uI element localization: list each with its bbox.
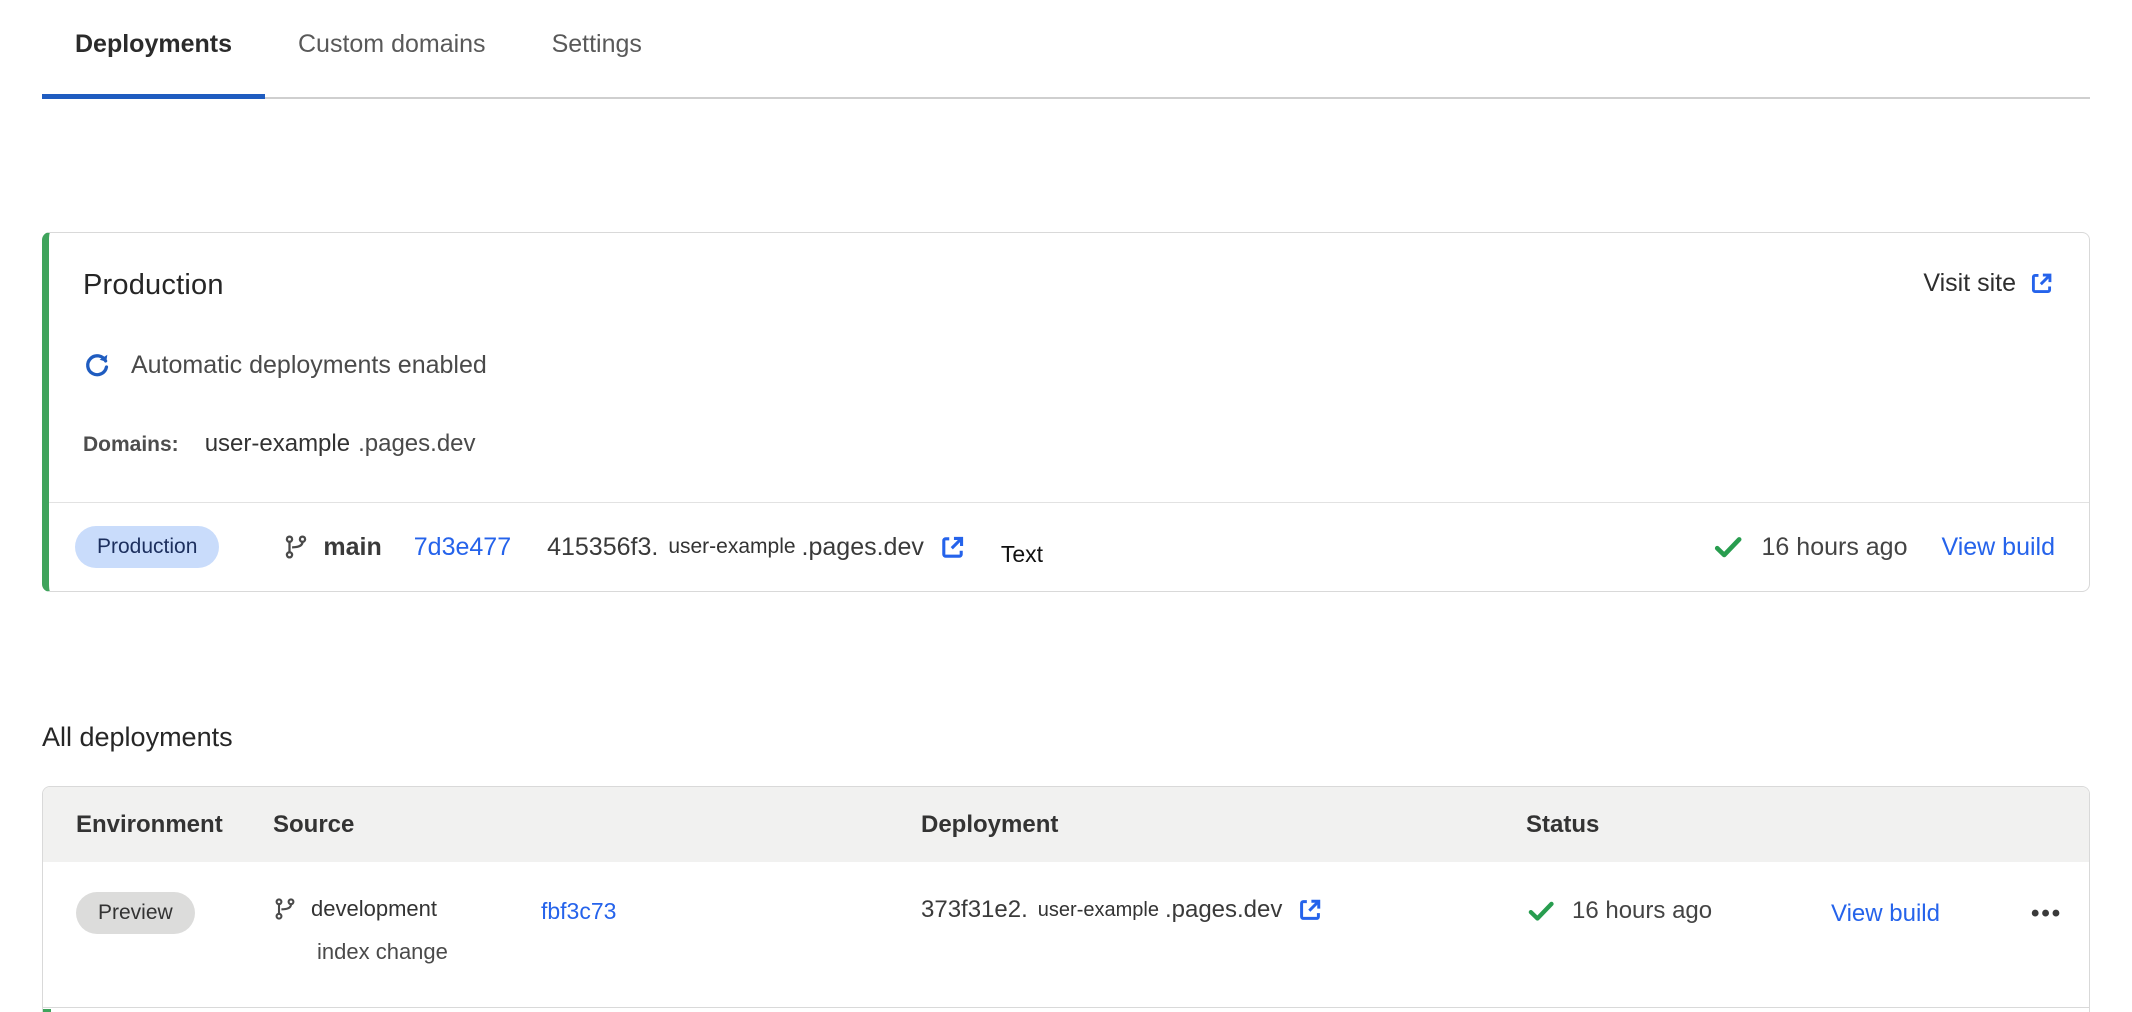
- production-title: Production: [83, 269, 224, 302]
- column-header-source: Source: [273, 811, 921, 839]
- environment-badge: Preview: [76, 892, 195, 934]
- status-cell: 16 hours ago: [1526, 896, 1831, 926]
- external-link-icon[interactable]: [938, 533, 967, 562]
- production-card-header: Production Visit site: [49, 233, 2089, 302]
- deployment-domain: user-example: [668, 535, 795, 559]
- commit-link[interactable]: fbf3c73: [541, 898, 616, 925]
- more-cell: •••: [2031, 900, 2089, 928]
- git-branch-icon: [283, 534, 309, 560]
- deployment-note: Text: [1001, 541, 1043, 568]
- tab-settings[interactable]: Settings: [519, 26, 675, 97]
- commit-link[interactable]: 7d3e477: [414, 533, 511, 562]
- tab-custom-domains[interactable]: Custom domains: [265, 26, 519, 97]
- branch-name: development: [311, 896, 437, 922]
- deployment-id: 373f31e2.: [921, 896, 1028, 924]
- all-deployments-heading: All deployments: [42, 722, 2090, 753]
- deployment-domain-suffix: .pages.dev: [802, 533, 924, 562]
- deployment-cell: 373f31e2. user-example .pages.dev: [921, 896, 1526, 924]
- external-link-icon: [2028, 270, 2055, 297]
- domain-suffix: .pages.dev: [358, 430, 475, 458]
- deployments-table: Environment Source Deployment Status Pre…: [42, 786, 2090, 1012]
- table-row: Preview development fbf3c73 ind: [43, 862, 2089, 1007]
- column-header-status: Status: [1526, 811, 1831, 839]
- more-options-button[interactable]: •••: [2031, 900, 2062, 928]
- deployment-domain-suffix: .pages.dev: [1165, 896, 1282, 924]
- domain-name: user-example: [205, 430, 350, 458]
- deployment-time: 16 hours ago: [1572, 897, 1712, 925]
- pages-project-page: Deployments Custom domains Settings Prod…: [0, 0, 2132, 1012]
- auto-deploy-text: Automatic deployments enabled: [131, 351, 487, 380]
- domains-label: Domains:: [83, 433, 179, 457]
- branch-group: main: [283, 533, 381, 562]
- production-deployment-row: Production main 7d3e477 415356f3. user-e…: [49, 503, 2089, 591]
- deployment-id: 415356f3.: [547, 533, 658, 562]
- auto-deploy-status: Automatic deployments enabled: [49, 302, 2089, 380]
- next-row-peek: [43, 1007, 2089, 1012]
- visit-site-label: Visit site: [1923, 269, 2016, 298]
- view-build-link[interactable]: View build: [1941, 533, 2055, 562]
- deployment-domain: user-example: [1038, 899, 1159, 922]
- view-build-cell: View build: [1831, 900, 2031, 928]
- domains-row: Domains: user-example .pages.dev: [49, 380, 2089, 458]
- check-icon: [1526, 896, 1556, 926]
- tab-bar: Deployments Custom domains Settings: [42, 0, 2090, 99]
- git-branch-icon: [273, 897, 297, 921]
- refresh-icon: [83, 352, 111, 380]
- environment-cell: Preview: [76, 892, 273, 934]
- environment-badge: Production: [75, 526, 219, 568]
- source-cell: development fbf3c73 index change: [273, 892, 921, 965]
- check-icon: [1712, 531, 1744, 563]
- table-header: Environment Source Deployment Status: [43, 787, 2089, 862]
- external-link-icon[interactable]: [1296, 896, 1324, 924]
- branch-name: main: [323, 533, 381, 562]
- deployment-url: 415356f3. user-example .pages.dev: [547, 533, 967, 562]
- deployment-time: 16 hours ago: [1762, 533, 1908, 562]
- production-card: Production Visit site Automa: [42, 232, 2090, 592]
- column-header-deployment: Deployment: [921, 811, 1526, 839]
- column-header-environment: Environment: [76, 811, 273, 839]
- deployment-status: 16 hours ago View build: [1712, 531, 2055, 563]
- visit-site-link[interactable]: Visit site: [1923, 269, 2055, 298]
- tab-deployments[interactable]: Deployments: [42, 26, 265, 97]
- view-build-link[interactable]: View build: [1831, 900, 1940, 928]
- commit-message: index change: [317, 939, 448, 965]
